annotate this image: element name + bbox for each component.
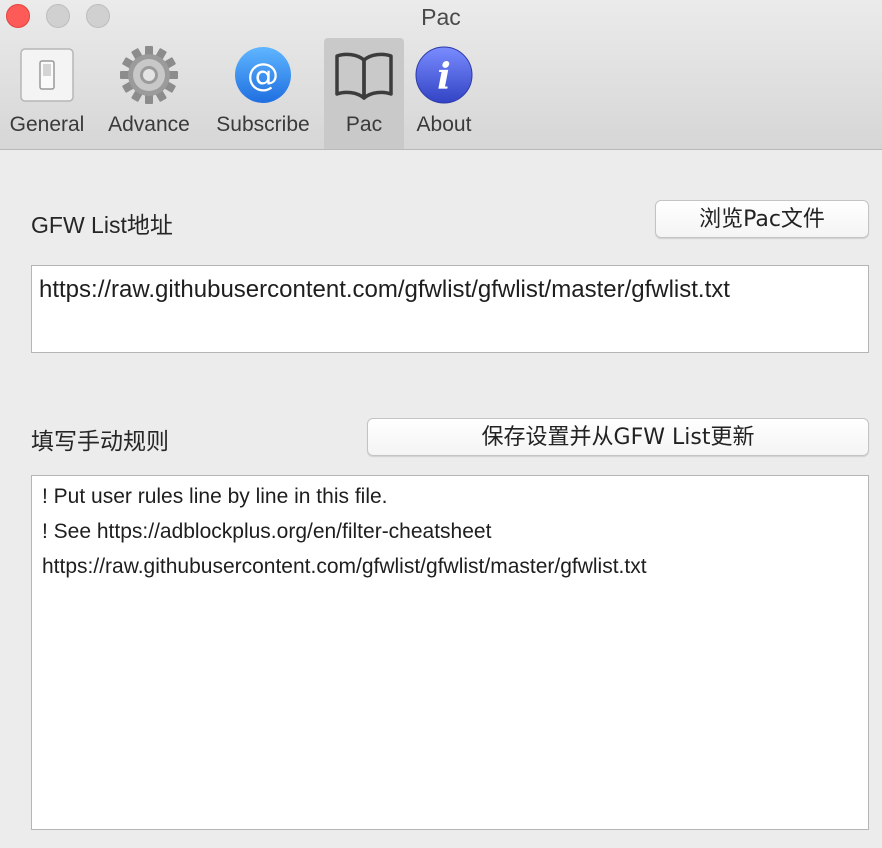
gear-icon <box>118 44 180 106</box>
tab-about[interactable]: i About <box>408 38 480 149</box>
at-sign-icon: @ <box>232 44 294 106</box>
rules-line: ! See https://adblockplus.org/en/filter-… <box>42 520 492 543</box>
tab-general-label: General <box>9 113 85 136</box>
tab-pac[interactable]: Pac <box>324 38 404 149</box>
gfw-list-label: GFW List地址 <box>31 212 173 238</box>
tab-advance-label: Advance <box>108 113 190 136</box>
rules-line: https://raw.githubusercontent.com/gfwlis… <box>42 555 647 578</box>
svg-text:i: i <box>437 56 451 98</box>
rules-line: ! Put user rules line by line in this fi… <box>42 485 388 508</box>
tab-subscribe-label: Subscribe <box>216 113 310 136</box>
preferences-window: Pac General Advance @ Subscribe Pac i Ab… <box>0 0 882 848</box>
tab-subscribe[interactable]: @ Subscribe <box>207 38 319 149</box>
browse-pac-button[interactable]: 浏览Pac文件 <box>655 200 869 238</box>
switch-icon <box>16 44 78 106</box>
user-rules-textarea[interactable]: ! Put user rules line by line in this fi… <box>31 475 869 830</box>
tab-about-label: About <box>416 113 472 136</box>
gfw-list-url-field[interactable]: https://raw.githubusercontent.com/gfwlis… <box>31 265 869 353</box>
info-icon: i <box>413 44 475 106</box>
svg-text:@: @ <box>247 56 279 94</box>
toolbar: Pac General Advance @ Subscribe Pac i Ab… <box>0 0 882 150</box>
book-icon <box>333 44 395 106</box>
window-title: Pac <box>421 4 461 30</box>
tab-advance[interactable]: Advance <box>100 38 198 149</box>
save-and-update-button[interactable]: 保存设置并从GFW List更新 <box>367 418 869 456</box>
tab-pac-label: Pac <box>345 113 383 136</box>
tab-general[interactable]: General <box>0 38 94 149</box>
manual-rules-label: 填写手动规则 <box>31 428 169 454</box>
